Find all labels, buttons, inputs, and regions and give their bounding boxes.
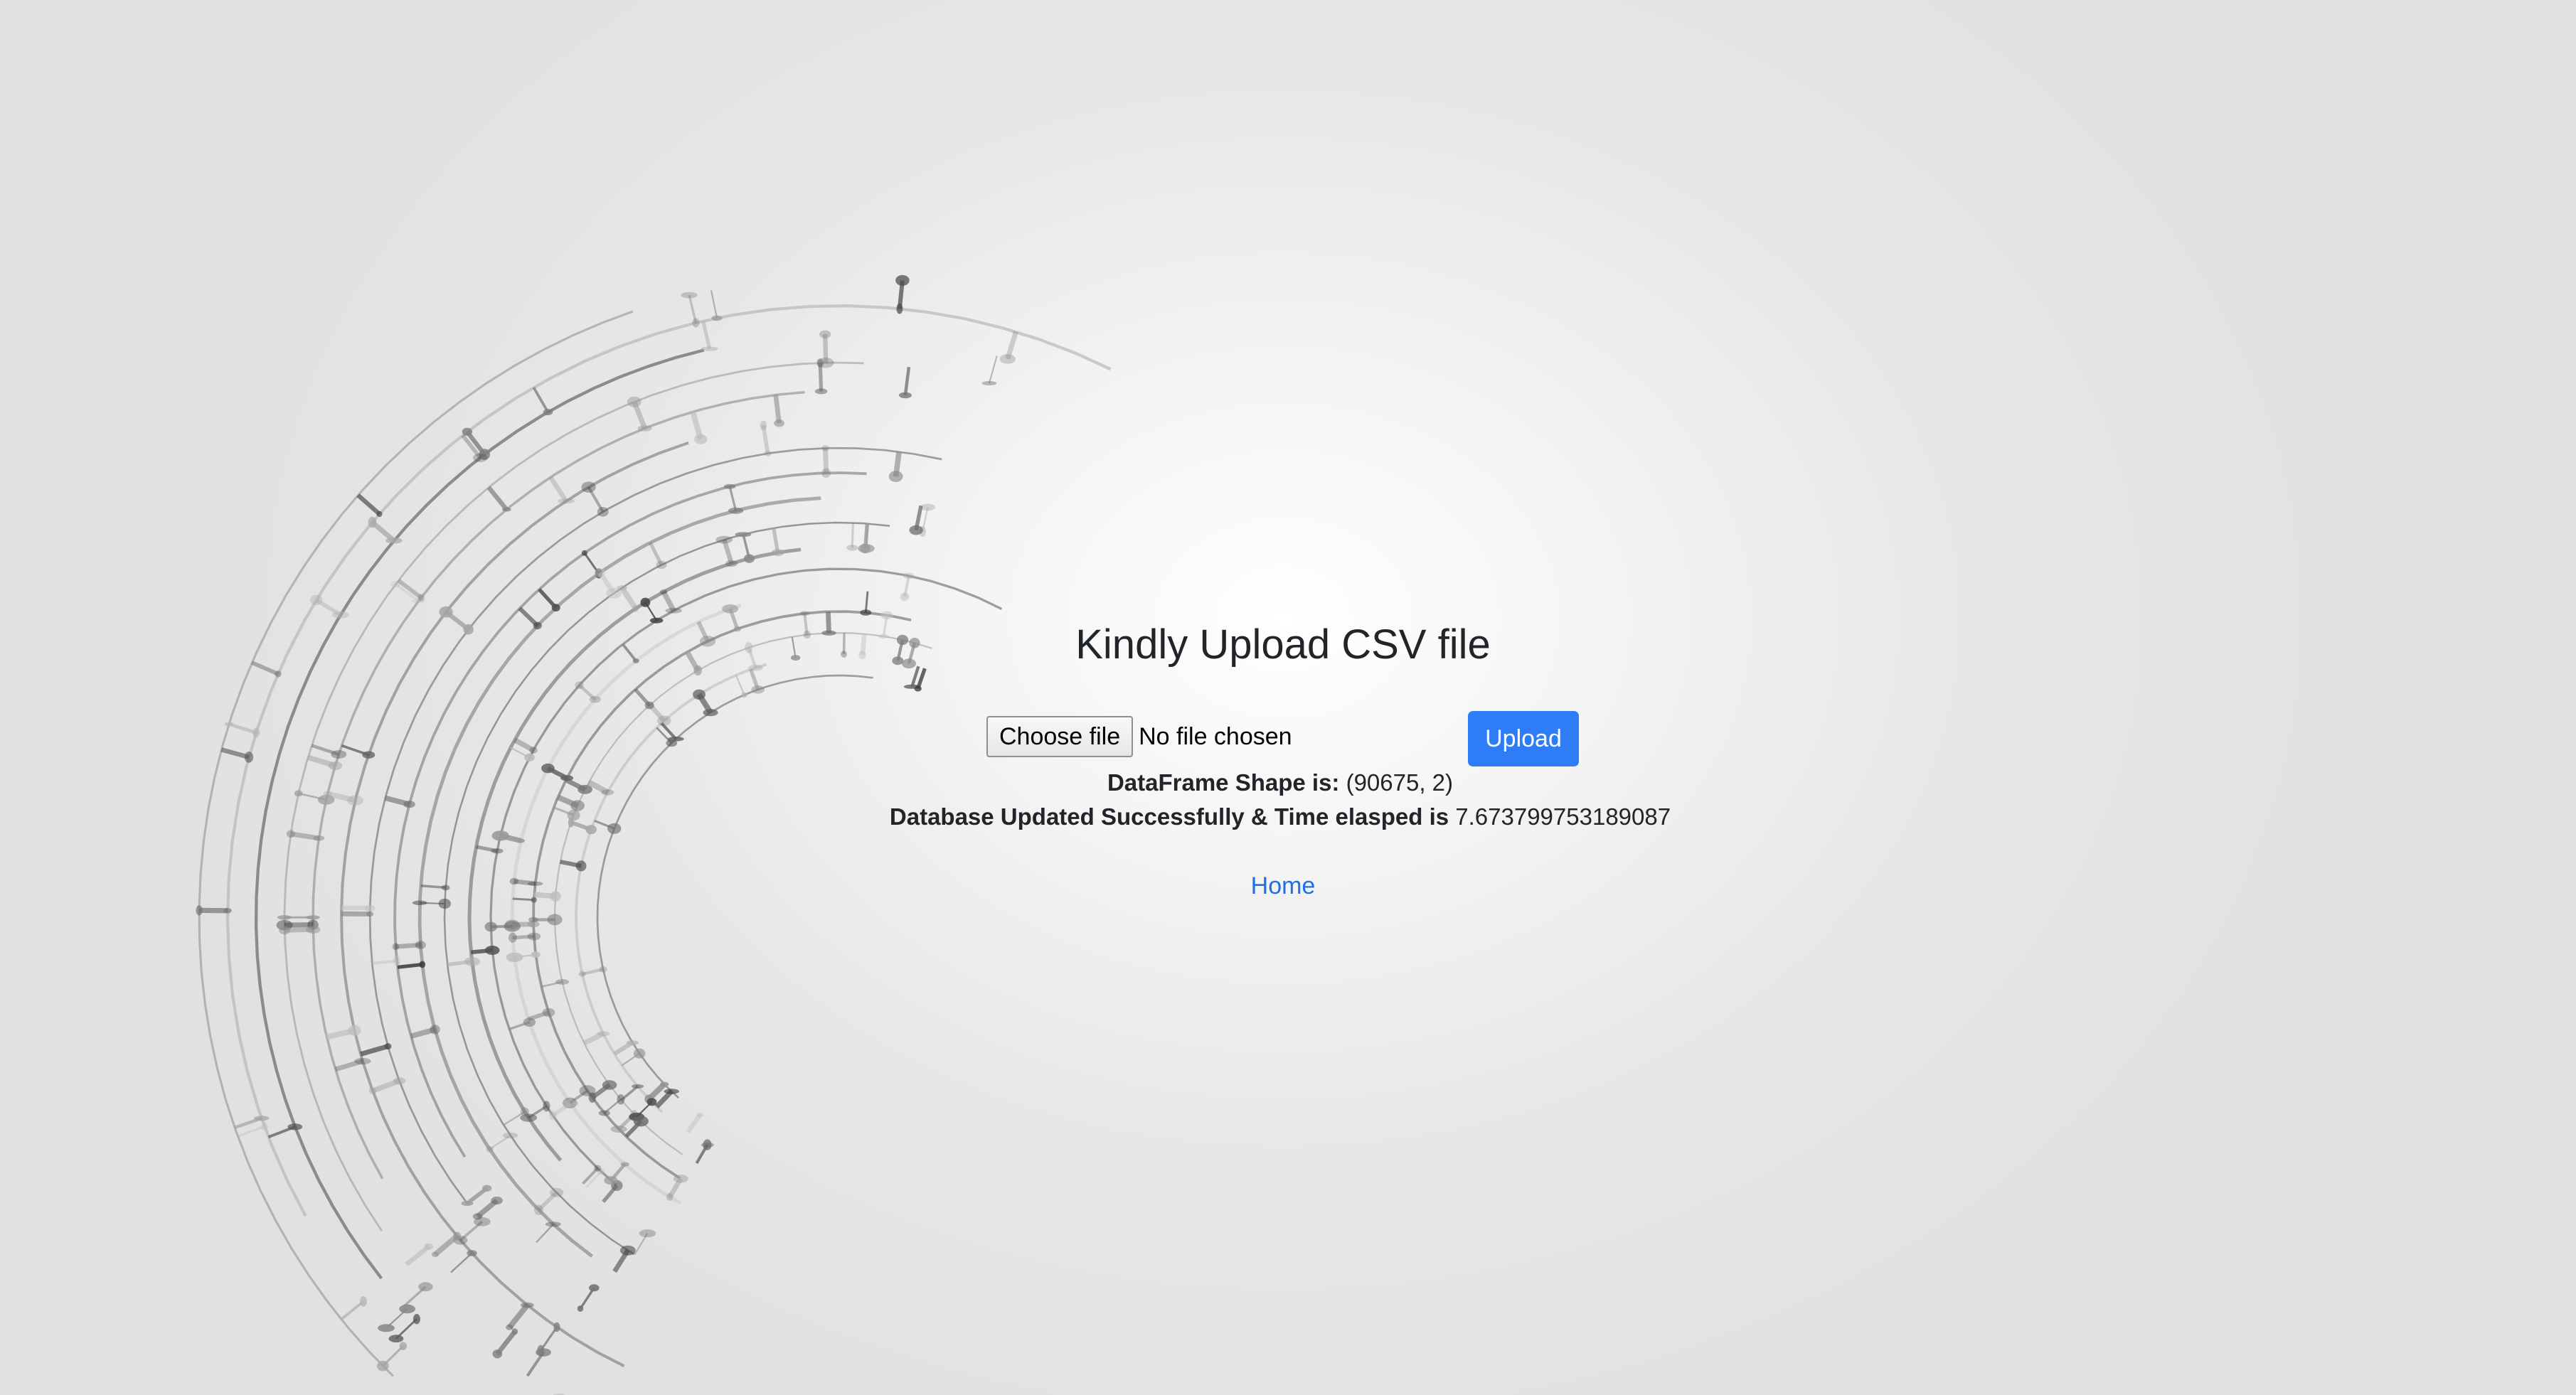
- database-status-line: Database Updated Successfully & Time ela…: [0, 801, 2560, 833]
- elapsed-time-value: 7.673799753189087: [1455, 803, 1671, 830]
- dataframe-shape-line: DataFrame Shape is: (90675, 2): [0, 766, 2560, 799]
- home-link-container: Home: [0, 869, 2566, 903]
- dataframe-shape-value: (90675, 2): [1346, 769, 1454, 796]
- upload-page: Kindly Upload CSV file Choose file No fi…: [0, 0, 2576, 1395]
- file-input[interactable]: Choose file No file chosen: [986, 715, 1292, 758]
- home-link[interactable]: Home: [1251, 872, 1316, 899]
- file-status-text: No file chosen: [1139, 722, 1292, 750]
- database-status-label: Database Updated Successfully & Time ela…: [889, 803, 1449, 830]
- dataframe-shape-label: DataFrame Shape is:: [1107, 769, 1340, 796]
- page-title: Kindly Upload CSV file: [1075, 621, 1491, 668]
- upload-button[interactable]: Upload: [1468, 711, 1579, 766]
- choose-file-button[interactable]: Choose file: [986, 716, 1134, 757]
